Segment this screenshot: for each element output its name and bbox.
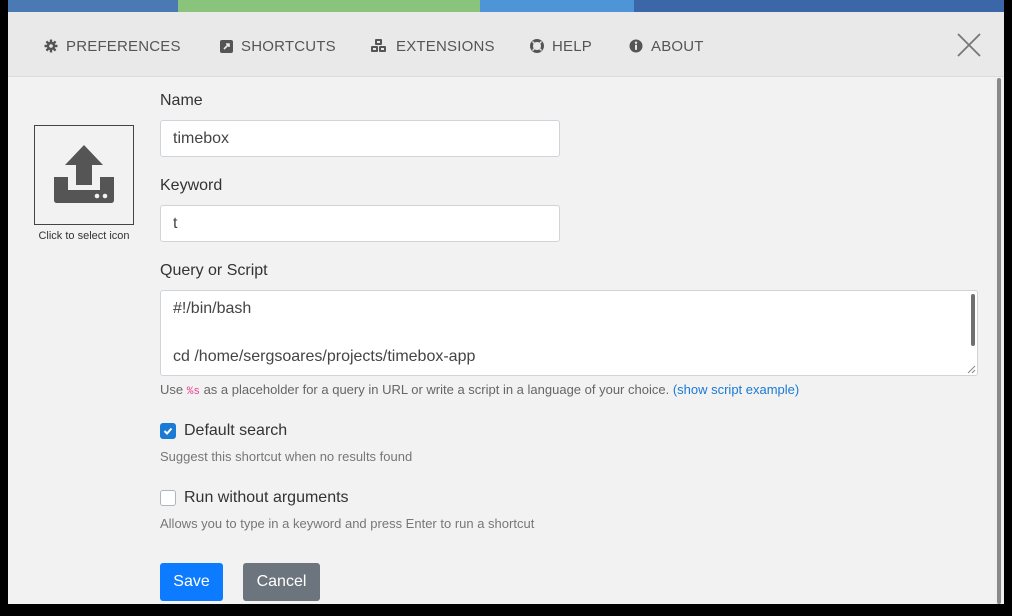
default-search-help: Suggest this shortcut when no results fo… <box>160 449 413 464</box>
checkmark-icon <box>163 427 173 435</box>
life-ring-icon <box>530 39 544 53</box>
query-help-text: Use %s as a placeholder for a query in U… <box>160 382 799 398</box>
upload-icon <box>54 145 114 203</box>
tab-shortcuts-label: SHORTCUTS <box>241 37 336 55</box>
tab-help-label: HELP <box>552 37 592 55</box>
tab-extensions[interactable]: EXTENSIONS <box>370 36 495 56</box>
default-search-label[interactable]: Default search <box>184 422 287 440</box>
gear-icon <box>44 39 58 53</box>
cancel-button[interactable]: Cancel <box>243 563 320 601</box>
name-field[interactable]: timebox <box>160 120 560 157</box>
tab-preferences[interactable]: PREFERENCES <box>44 36 181 56</box>
tab-about[interactable]: ABOUT <box>629 36 704 56</box>
run-without-arguments-label[interactable]: Run without arguments <box>184 489 349 507</box>
name-label: Name <box>160 92 203 109</box>
tab-extensions-label: EXTENSIONS <box>396 37 495 55</box>
keyword-field[interactable]: t <box>160 205 560 242</box>
icon-picker[interactable] <box>34 125 134 225</box>
script-line: cd /home/sergsoares/projects/timebox-app <box>173 348 476 365</box>
query-script-textarea[interactable]: #!/bin/bash cd /home/sergsoares/projects… <box>160 290 978 376</box>
save-button[interactable]: Save <box>160 563 223 601</box>
default-search-checkbox[interactable] <box>160 423 176 439</box>
top-accent-strip <box>8 0 1004 12</box>
placeholder-code: %s <box>186 386 200 398</box>
navbar: PREFERENCES SHORTCUTS EXTENSIONS HELP AB… <box>8 12 1004 77</box>
info-circle-icon <box>629 39 643 53</box>
script-line: #!/bin/bash <box>173 300 252 317</box>
close-icon[interactable] <box>956 32 982 58</box>
cubes-icon <box>370 39 388 53</box>
settings-window: PREFERENCES SHORTCUTS EXTENSIONS HELP AB… <box>8 12 1004 604</box>
keyword-label: Keyword <box>160 177 223 194</box>
run-without-arguments-help: Allows you to type in a keyword and pres… <box>160 516 535 531</box>
query-label: Query or Script <box>160 262 268 279</box>
show-script-example-link[interactable]: (show script example) <box>673 382 799 397</box>
window-scrollbar-thumb[interactable] <box>997 78 1001 604</box>
help-prefix: Use <box>160 382 184 397</box>
icon-picker-caption: Click to select icon <box>38 230 130 242</box>
window-scrollbar[interactable] <box>994 78 1004 604</box>
help-suffix: as a placeholder for a query in URL or w… <box>203 382 670 397</box>
external-link-icon <box>219 39 233 53</box>
textarea-scrollbar-thumb[interactable] <box>971 294 975 346</box>
tab-preferences-label: PREFERENCES <box>66 37 181 55</box>
tab-about-label: ABOUT <box>651 37 704 55</box>
resize-handle-icon[interactable] <box>967 365 976 374</box>
tab-shortcuts[interactable]: SHORTCUTS <box>219 36 336 56</box>
tab-help[interactable]: HELP <box>530 36 592 56</box>
run-without-arguments-checkbox[interactable] <box>160 490 176 506</box>
